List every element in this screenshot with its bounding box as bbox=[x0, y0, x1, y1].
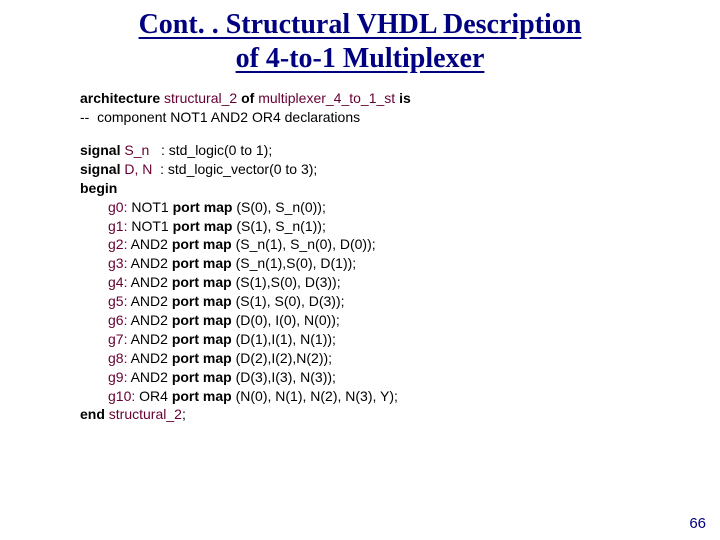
gate-g2: g2: AND2 port map (S_n(1), S_n(0), D(0))… bbox=[80, 235, 720, 254]
kw-portmap: port map bbox=[172, 369, 232, 385]
kw-architecture: architecture bbox=[80, 90, 164, 106]
kw-portmap: port map bbox=[173, 218, 233, 234]
gate-g7: g7: AND2 port map (D(1),I(1), N(1)); bbox=[80, 330, 720, 349]
gate-args: (N(0), N(1), N(2), N(3), Y); bbox=[232, 388, 398, 404]
kw-portmap: port map bbox=[173, 199, 233, 215]
gate-args: (S(1), S(0), D(3)); bbox=[232, 293, 345, 309]
kw-portmap: port map bbox=[172, 236, 232, 252]
gate-args: (D(0), I(0), N(0)); bbox=[232, 312, 340, 328]
end-semi: ; bbox=[182, 406, 186, 422]
gate-g6: g6: AND2 port map (D(0), I(0), N(0)); bbox=[80, 311, 720, 330]
gate-args: (D(1),I(1), N(1)); bbox=[232, 331, 336, 347]
gate-args: (D(2),I(2),N(2)); bbox=[232, 350, 332, 366]
gate-g1: g1: NOT1 port map (S(1), S_n(1)); bbox=[80, 217, 720, 236]
gate-comp: AND2 bbox=[127, 293, 171, 309]
gate-comp: AND2 bbox=[127, 236, 171, 252]
gate-comp: AND2 bbox=[127, 255, 171, 271]
gate-g4: g4: AND2 port map (S(1),S(0), D(3)); bbox=[80, 273, 720, 292]
gate-comp: OR4 bbox=[135, 388, 172, 404]
gate-label: g3: bbox=[108, 255, 127, 271]
gate-comp: AND2 bbox=[127, 274, 171, 290]
title-line-1: Cont. . Structural VHDL Description bbox=[139, 9, 582, 40]
gate-label: g0: bbox=[108, 199, 127, 215]
gate-args: (D(3),I(3), N(3)); bbox=[232, 369, 336, 385]
gate-comp: AND2 bbox=[127, 331, 171, 347]
arch-name: structural_2 bbox=[164, 90, 237, 106]
gate-label: g4: bbox=[108, 274, 127, 290]
gate-g3: g3: AND2 port map (S_n(1),S(0), D(1)); bbox=[80, 254, 720, 273]
entity-name: multiplexer_4_to_1_st bbox=[258, 90, 395, 106]
sig1-names: S_n bbox=[124, 142, 149, 158]
signal-decl-2: signal D, N : std_logic_vector(0 to 3); bbox=[80, 160, 720, 179]
sig2-names: D, N bbox=[124, 161, 152, 177]
kw-portmap: port map bbox=[172, 274, 232, 290]
gate-g10: g10: OR4 port map (N(0), N(1), N(2), N(3… bbox=[80, 387, 720, 406]
page-title: Cont. . Structural VHDL Description of 4… bbox=[0, 0, 720, 75]
kw-portmap: port map bbox=[172, 388, 232, 404]
gate-comp: NOT1 bbox=[127, 218, 172, 234]
kw-portmap: port map bbox=[172, 350, 232, 366]
end-name: structural_2 bbox=[109, 406, 182, 422]
gate-comp: AND2 bbox=[127, 369, 171, 385]
gate-g5: g5: AND2 port map (S(1), S(0), D(3)); bbox=[80, 292, 720, 311]
code-block: architecture structural_2 of multiplexer… bbox=[0, 75, 720, 424]
gate-g9: g9: AND2 port map (D(3),I(3), N(3)); bbox=[80, 368, 720, 387]
arch-decl: architecture structural_2 of multiplexer… bbox=[80, 89, 720, 108]
gate-args: (S_n(1),S(0), D(1)); bbox=[232, 255, 356, 271]
gate-args: (S(0), S_n(0)); bbox=[232, 199, 325, 215]
sig2-rest: : std_logic_vector(0 to 3); bbox=[152, 161, 317, 177]
title-line-2: of 4-to-1 Multiplexer bbox=[236, 43, 485, 74]
gate-label: g10: bbox=[108, 388, 135, 404]
gate-label: g6: bbox=[108, 312, 127, 328]
end-line: end structural_2; bbox=[80, 405, 720, 424]
gate-args: (S_n(1), S_n(0), D(0)); bbox=[232, 236, 376, 252]
kw-portmap: port map bbox=[172, 312, 232, 328]
kw-begin: begin bbox=[80, 179, 720, 198]
gate-args: (S(1),S(0), D(3)); bbox=[232, 274, 341, 290]
comment-line: -- component NOT1 AND2 OR4 declarations bbox=[80, 108, 720, 127]
signal-decl-1: signal S_n : std_logic(0 to 1); bbox=[80, 141, 720, 160]
gate-comp: NOT1 bbox=[127, 199, 172, 215]
sig1-rest: : std_logic(0 to 1); bbox=[149, 142, 272, 158]
gate-g0: g0: NOT1 port map (S(0), S_n(0)); bbox=[80, 198, 720, 217]
kw-is: is bbox=[395, 90, 411, 106]
gate-comp: AND2 bbox=[127, 312, 171, 328]
kw-end: end bbox=[80, 406, 109, 422]
gate-args: (S(1), S_n(1)); bbox=[232, 218, 325, 234]
gate-label: g5: bbox=[108, 293, 127, 309]
kw-portmap: port map bbox=[172, 255, 232, 271]
gate-label: g8: bbox=[108, 350, 127, 366]
page-number: 66 bbox=[689, 515, 706, 532]
kw-signal: signal bbox=[80, 142, 124, 158]
gate-comp: AND2 bbox=[127, 350, 171, 366]
kw-of: of bbox=[237, 90, 258, 106]
gate-label: g2: bbox=[108, 236, 127, 252]
gate-g8: g8: AND2 port map (D(2),I(2),N(2)); bbox=[80, 349, 720, 368]
gate-label: g9: bbox=[108, 369, 127, 385]
kw-portmap: port map bbox=[172, 331, 232, 347]
gate-label: g1: bbox=[108, 218, 127, 234]
gate-label: g7: bbox=[108, 331, 127, 347]
kw-signal: signal bbox=[80, 161, 124, 177]
kw-portmap: port map bbox=[172, 293, 232, 309]
